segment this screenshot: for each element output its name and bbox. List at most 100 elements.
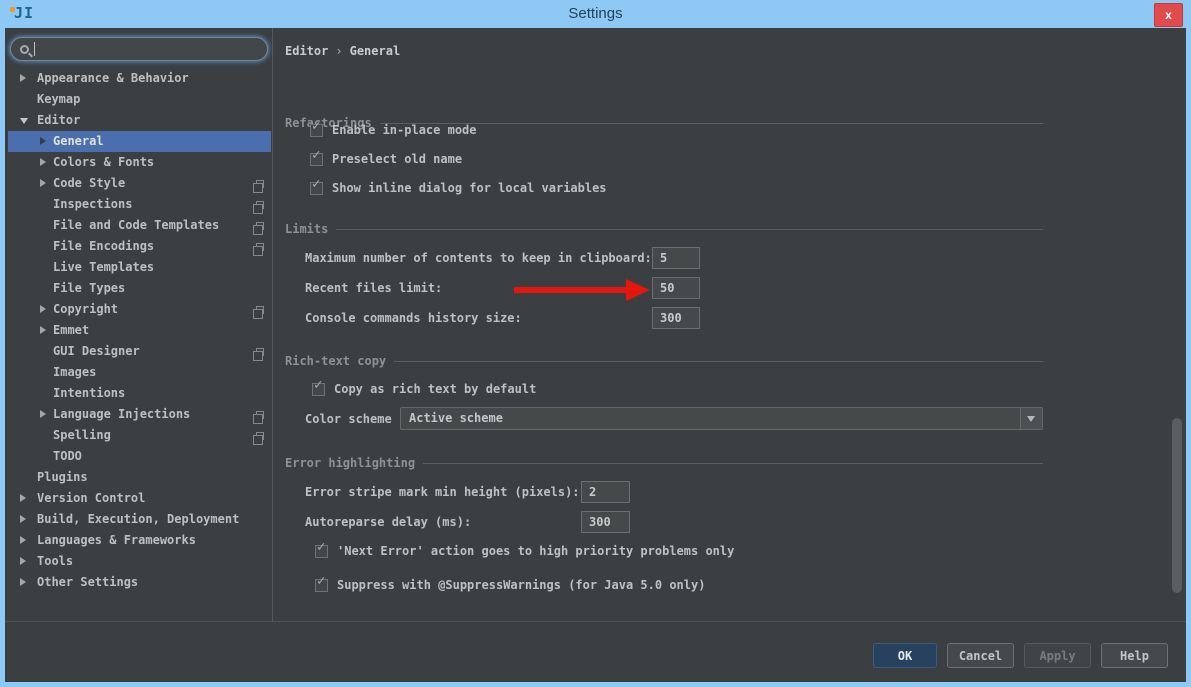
- search-input[interactable]: [35, 42, 258, 56]
- checkbox-icon[interactable]: [312, 383, 325, 396]
- checkbox-label: Enable in-place mode: [332, 123, 477, 137]
- chevron-collapsed-icon[interactable]: [40, 410, 46, 418]
- chevron-collapsed-icon[interactable]: [20, 74, 26, 82]
- sidebar-item-inspections[interactable]: Inspections: [8, 194, 271, 215]
- checkbox-enable-in-place-mode[interactable]: Enable in-place mode: [310, 122, 477, 138]
- section-divider: [423, 463, 1043, 464]
- settings-window: { "window": { "title": "Settings", "clos…: [0, 0, 1191, 687]
- section-title: Limits: [285, 222, 328, 236]
- sidebar-item-code-style[interactable]: Code Style: [8, 173, 271, 194]
- checkbox-suppress-warnings[interactable]: Suppress with @SuppressWarnings (for Jav…: [315, 577, 705, 593]
- breadcrumb-separator: ›: [328, 44, 349, 58]
- autoreparse-delay-input[interactable]: [581, 511, 630, 533]
- sidebar-item-file-and-code-templates[interactable]: File and Code Templates: [8, 215, 271, 236]
- sidebar-item-label: Images: [53, 362, 96, 383]
- sidebar-item-editor[interactable]: Editor: [8, 110, 271, 131]
- chevron-collapsed-icon[interactable]: [40, 137, 46, 145]
- sidebar-item-copyright[interactable]: Copyright: [8, 299, 271, 320]
- titlebar: JI Settings x: [0, 0, 1191, 28]
- sidebar-item-live-templates[interactable]: Live Templates: [8, 257, 271, 278]
- checkbox-icon[interactable]: [310, 182, 323, 195]
- scrollbar-thumb[interactable]: [1172, 418, 1182, 593]
- settings-sidebar: Appearance & BehaviorKeymapEditorGeneral…: [5, 28, 273, 621]
- help-button[interactable]: Help: [1101, 643, 1168, 668]
- sidebar-item-appearance-behavior[interactable]: Appearance & Behavior: [8, 68, 271, 89]
- checkbox-next-error-priority[interactable]: 'Next Error' action goes to high priorit…: [315, 543, 734, 559]
- sidebar-item-plugins[interactable]: Plugins: [8, 467, 271, 488]
- sidebar-item-spelling[interactable]: Spelling: [8, 425, 271, 446]
- chevron-collapsed-icon[interactable]: [40, 179, 46, 187]
- cancel-button[interactable]: Cancel: [947, 643, 1014, 668]
- checkbox-copy-as-rich-text[interactable]: Copy as rich text by default: [312, 381, 536, 397]
- chevron-collapsed-icon[interactable]: [20, 536, 26, 544]
- annotation-arrow: [514, 287, 627, 293]
- checkbox-icon[interactable]: [315, 545, 328, 558]
- color-scheme-dropdown[interactable]: Active scheme: [400, 407, 1043, 430]
- chevron-collapsed-icon[interactable]: [20, 515, 26, 523]
- sidebar-item-label: General: [53, 131, 104, 152]
- shared-settings-icon: [256, 432, 264, 440]
- clipboard-limit-input[interactable]: [652, 247, 700, 269]
- chevron-collapsed-icon[interactable]: [40, 158, 46, 166]
- console-history-size-input[interactable]: [652, 307, 700, 329]
- sidebar-item-other-settings[interactable]: Other Settings: [8, 572, 271, 593]
- sidebar-item-general[interactable]: General: [8, 131, 271, 152]
- sidebar-item-label: GUI Designer: [53, 341, 140, 362]
- sidebar-item-keymap[interactable]: Keymap: [8, 89, 271, 110]
- sidebar-item-file-types[interactable]: File Types: [8, 278, 271, 299]
- sidebar-item-label: Version Control: [37, 488, 145, 509]
- sidebar-item-label: Languages & Frameworks: [37, 530, 196, 551]
- sidebar-item-label: File Types: [53, 278, 125, 299]
- chevron-collapsed-icon[interactable]: [40, 326, 46, 334]
- sidebar-item-todo[interactable]: TODO: [8, 446, 271, 467]
- recent-files-limit-input[interactable]: [652, 277, 700, 299]
- sidebar-item-gui-designer[interactable]: GUI Designer: [8, 341, 271, 362]
- sidebar-item-file-encodings[interactable]: File Encodings: [8, 236, 271, 257]
- section-divider: [380, 123, 1043, 124]
- sidebar-item-language-injections[interactable]: Language Injections: [8, 404, 271, 425]
- section-header-limits: Limits: [285, 222, 1043, 236]
- shared-settings-icon: [256, 306, 264, 314]
- chevron-collapsed-icon[interactable]: [20, 578, 26, 586]
- chevron-collapsed-icon[interactable]: [20, 557, 26, 565]
- checkbox-icon[interactable]: [315, 579, 328, 592]
- search-box[interactable]: [10, 37, 268, 61]
- sidebar-item-label: Appearance & Behavior: [37, 68, 189, 89]
- sidebar-item-intentions[interactable]: Intentions: [8, 383, 271, 404]
- checkbox-label: Show inline dialog for local variables: [332, 181, 607, 195]
- chevron-collapsed-icon[interactable]: [40, 305, 46, 313]
- sidebar-item-version-control[interactable]: Version Control: [8, 488, 271, 509]
- ok-button[interactable]: OK: [873, 643, 937, 668]
- checkbox-icon[interactable]: [310, 124, 323, 137]
- section-header-rich-text-copy: Rich-text copy: [285, 354, 1043, 368]
- settings-content: Editor›General Refactorings Enable in-pl…: [274, 28, 1186, 621]
- field-label-error-stripe: Error stripe mark min height (pixels):: [305, 485, 580, 499]
- field-label-console-history: Console commands history size:: [305, 311, 522, 325]
- checkbox-preselect-old-name[interactable]: Preselect old name: [310, 151, 462, 167]
- breadcrumb-parent[interactable]: Editor: [285, 44, 328, 58]
- chevron-collapsed-icon[interactable]: [20, 494, 26, 502]
- checkbox-label: Suppress with @SuppressWarnings (for Jav…: [337, 578, 705, 592]
- color-scheme-label: Color scheme: [305, 412, 392, 426]
- sidebar-item-images[interactable]: Images: [8, 362, 271, 383]
- sidebar-item-colors-fonts[interactable]: Colors & Fonts: [8, 152, 271, 173]
- shared-settings-icon: [256, 411, 264, 419]
- close-icon[interactable]: x: [1154, 3, 1183, 27]
- checkbox-icon[interactable]: [310, 153, 323, 166]
- chevron-down-icon[interactable]: [1020, 408, 1042, 429]
- chevron-expanded-icon[interactable]: [20, 118, 28, 124]
- sidebar-item-label: Editor: [37, 110, 80, 131]
- shared-settings-icon: [256, 180, 264, 188]
- sidebar-item-tools[interactable]: Tools: [8, 551, 271, 572]
- sidebar-item-languages-frameworks[interactable]: Languages & Frameworks: [8, 530, 271, 551]
- apply-button[interactable]: Apply: [1024, 643, 1091, 668]
- shared-settings-icon: [256, 348, 264, 356]
- sidebar-item-label: File Encodings: [53, 236, 154, 257]
- sidebar-item-emmet[interactable]: Emmet: [8, 320, 271, 341]
- error-stripe-height-input[interactable]: [581, 481, 630, 503]
- shared-settings-icon: [256, 201, 264, 209]
- section-header-error-highlighting: Error highlighting: [285, 456, 1043, 470]
- checkbox-show-inline-dialog[interactable]: Show inline dialog for local variables: [310, 180, 607, 196]
- sidebar-item-build-execution-deployment[interactable]: Build, Execution, Deployment: [8, 509, 271, 530]
- checkbox-label: Copy as rich text by default: [334, 382, 536, 396]
